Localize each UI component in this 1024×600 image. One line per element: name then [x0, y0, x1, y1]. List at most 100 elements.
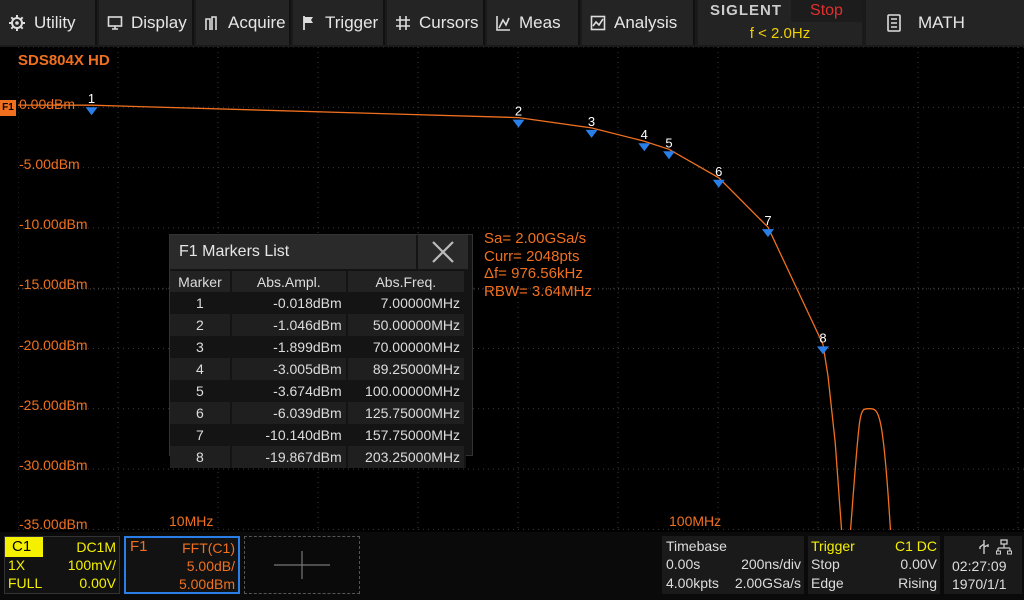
add-channel-button[interactable] [244, 536, 360, 594]
trigger-state: Stop [811, 556, 840, 572]
amplitude-cell: -19.867dBm [230, 446, 348, 468]
fft-sidelobe [849, 408, 892, 530]
table-row[interactable]: 2 -1.046dBm 50.00000MHz [170, 314, 467, 336]
marker-4 [638, 143, 651, 152]
f1-name: F1 [130, 538, 148, 555]
marker-id-cell: 6 [170, 402, 232, 424]
table-row[interactable]: 5 -3.674dBm 100.00000MHz [170, 380, 467, 402]
cursors-label: Cursors [419, 12, 479, 32]
channel1-coupling: DC1M [76, 539, 116, 555]
marker-id-cell: 8 [170, 446, 232, 468]
display-menu-button[interactable]: Display [99, 0, 194, 45]
amplitude-cell: -1.899dBm [230, 336, 348, 358]
display-label: Display [131, 12, 187, 32]
acquire-label: Acquire [228, 12, 286, 32]
frequency-cell: 7.00000MHz [346, 292, 467, 314]
status-panel: SIGLENT Stop f < 2.0Hz [698, 0, 862, 45]
timebase-title: Timebase [666, 538, 727, 554]
meas-menu-button[interactable]: Meas [487, 0, 580, 45]
analysis-icon [590, 15, 606, 30]
markers-list-title[interactable]: F1 Markers List [170, 235, 416, 269]
flag-icon [303, 15, 313, 30]
frequency-cell: 125.75000MHz [346, 402, 467, 424]
top-menu-bar: Utility Display Acquire Trigger Cursors … [0, 0, 1024, 47]
x-tick-label: 100MHz [669, 513, 722, 529]
table-row[interactable]: 6 -6.039dBm 125.75000MHz [170, 402, 467, 424]
y-tick-label: -10.00dBm [19, 216, 88, 232]
f1-reference: 5.00dBm [178, 576, 235, 592]
plus-icon [274, 551, 330, 579]
table-row[interactable]: 7 -10.140dBm 157.75000MHz [170, 424, 467, 446]
frequency-cell: 203.25000MHz [346, 446, 467, 468]
fft-info-block: Sa= 2.00GSa/s Curr= 2048pts Δf= 976.56kH… [484, 230, 592, 300]
frequency-cell: 157.75000MHz [346, 424, 467, 446]
run-state-indicator[interactable]: Stop [791, 0, 862, 22]
f1-function: FFT(C1) [182, 540, 235, 556]
trigger-menu-button[interactable]: Trigger [293, 0, 385, 45]
measure-icon [496, 15, 510, 31]
clock-date: 1970/1/1 [952, 576, 1007, 592]
marker-label: 2 [515, 104, 522, 119]
trace-ref-tag[interactable]: F1 [0, 100, 16, 116]
frequency-cell: 70.00000MHz [346, 336, 467, 358]
table-row[interactable]: 4 -3.005dBm 89.25000MHz [170, 358, 467, 380]
marker-label: 7 [764, 213, 771, 228]
acquire-menu-button[interactable]: Acquire [196, 0, 291, 45]
delta-f-text: Δf= 976.56kHz [484, 265, 583, 282]
amplitude-cell: -0.018dBm [230, 292, 348, 314]
timebase-delay: 0.00s [666, 556, 701, 572]
table-row[interactable]: 3 -1.899dBm 70.00000MHz [170, 336, 467, 358]
close-icon [432, 241, 454, 263]
analysis-label: Analysis [614, 12, 678, 32]
marker-id-cell: 2 [170, 314, 232, 336]
utility-menu-button[interactable]: Utility [0, 0, 97, 45]
monitor-icon [107, 15, 123, 30]
y-tick-label: -25.00dBm [19, 397, 88, 413]
column-header: Abs.Ampl. [230, 271, 348, 292]
marker-label: 6 [715, 164, 722, 179]
column-header: Marker [170, 271, 232, 292]
y-tick-label: -35.00dBm [19, 516, 88, 532]
marker-8 [817, 346, 830, 355]
marker-5 [663, 151, 675, 160]
channel1-info-box[interactable]: C1 DC1M 1X 100mV/ FULL 0.00V [4, 536, 120, 594]
clock-box: 02:27:09 1970/1/1 [944, 536, 1022, 594]
close-button[interactable] [418, 235, 468, 269]
usb-icon [979, 540, 989, 554]
frequency-cell: 89.25000MHz [346, 358, 467, 380]
cursors-menu-button[interactable]: Cursors [387, 0, 485, 45]
trigger-box[interactable]: Trigger C1 DC Stop 0.00V Edge Rising [808, 536, 940, 594]
trigger-label: Trigger [325, 12, 379, 32]
calculator-icon [887, 13, 901, 32]
y-tick-label: -30.00dBm [19, 457, 88, 473]
column-header: Abs.Freq. [346, 271, 467, 292]
marker-3 [585, 129, 598, 138]
y-tick-label: -5.00dBm [19, 156, 80, 172]
cursors-icon [396, 15, 410, 30]
trigger-title: Trigger [811, 538, 855, 554]
timebase-box[interactable]: Timebase 0.00s 200ns/div 4.00kpts 2.00GS… [662, 536, 804, 594]
channel1-probe: 1X [8, 557, 26, 573]
analysis-menu-button[interactable]: Analysis [582, 0, 695, 45]
utility-label: Utility [34, 12, 76, 32]
marker-label: 8 [819, 330, 826, 345]
gear-icon [9, 14, 25, 31]
math-button[interactable]: MATH [866, 0, 1024, 45]
marker-label: 1 [88, 91, 95, 106]
sample-rate: 2.00GSa/s [734, 575, 801, 591]
f1-info-box[interactable]: F1 FFT(C1) 5.00dB/ 5.00dBm [124, 536, 240, 594]
table-row[interactable]: 8 -19.867dBm 203.25000MHz [170, 446, 467, 468]
trigger-type: Edge [811, 575, 844, 591]
rbw-text: RBW= 3.64MHz [484, 282, 592, 300]
marker-id-cell: 3 [170, 336, 232, 358]
marker-2 [512, 119, 525, 128]
channel1-bandwidth: FULL [8, 575, 43, 591]
trigger-level: 0.00V [900, 556, 937, 572]
marker-label: 5 [665, 135, 672, 150]
table-row[interactable]: 1 -0.018dBm 7.00000MHz [170, 292, 467, 314]
amplitude-cell: -1.046dBm [230, 314, 348, 336]
brand-logo: SIGLENT [710, 2, 783, 19]
marker-id-cell: 7 [170, 424, 232, 446]
network-icon [996, 539, 1012, 555]
marker-id-cell: 5 [170, 380, 232, 402]
